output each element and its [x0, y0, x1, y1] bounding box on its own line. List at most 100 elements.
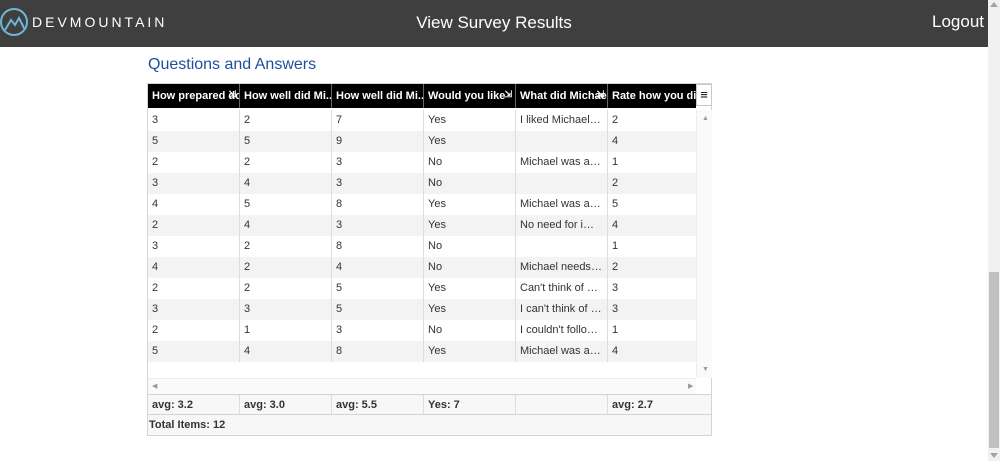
table-cell: Yes: [424, 215, 516, 236]
table-cell: 2: [612, 261, 619, 273]
table-row[interactable]: 2 2 3 No Michael was a t... 1: [148, 152, 696, 173]
column-header[interactable]: Would you like ⇲: [424, 84, 516, 108]
table-row[interactable]: 4 5 8 Yes Michael was a f... 5: [148, 194, 696, 215]
table-cell: 4: [148, 194, 240, 215]
table-cell: 3: [148, 173, 240, 194]
table-cell: 2: [240, 110, 332, 131]
column-header[interactable]: Rate how you di...: [608, 84, 696, 108]
aggregate-cell: avg: 3.2: [148, 395, 240, 415]
table-cell: [516, 173, 608, 194]
table-cell: 3: [148, 110, 240, 131]
page-scrollbar-thumb[interactable]: [989, 272, 999, 448]
table-cell: 3: [612, 303, 619, 315]
table-cell: No need for imp...: [516, 215, 608, 236]
scroll-right-arrow-icon[interactable]: ▶: [688, 382, 693, 390]
table-cell: I couldn't follow...: [516, 320, 608, 341]
sort-arrow-icon: ⇲: [504, 89, 512, 99]
grid-horizontal-scrollbar[interactable]: ◀ ▶: [148, 378, 696, 394]
column-header-label: Rate how you di...: [612, 90, 696, 102]
table-cell: No: [424, 236, 516, 257]
table-cell: [516, 236, 608, 257]
grid-footer-row: avg: 3.2 avg: 3.0 avg: 5.5 Yes: 7 avg: 2…: [148, 394, 711, 415]
column-header[interactable]: What did Michael...⇲: [516, 84, 608, 108]
hamburger-menu-icon[interactable]: ≡: [696, 84, 712, 106]
table-cell: I liked Michael. ...: [516, 110, 608, 131]
table-row[interactable]: 2 1 3 No I couldn't follow... 1: [148, 320, 696, 341]
table-cell: Yes: [424, 341, 516, 362]
table-cell: 2: [612, 114, 619, 126]
table-cell: 4: [612, 135, 619, 147]
table-cell: 4: [148, 257, 240, 278]
table-cell: 5: [240, 131, 332, 152]
brand[interactable]: DEVMOUNTAIN: [0, 8, 167, 36]
table-row[interactable]: 2 4 3 Yes No need for imp... 4: [148, 215, 696, 236]
table-cell: 2: [148, 278, 240, 299]
scroll-left-arrow-icon[interactable]: ◀: [152, 382, 157, 390]
table-row[interactable]: 3 2 8 No 1: [148, 236, 696, 257]
table-cell: Michael was a t...: [516, 152, 608, 173]
table-cell: 2: [148, 152, 240, 173]
table-row[interactable]: 3 3 5 Yes I can't think of a... 3: [148, 299, 696, 320]
mountain-logo-icon: [0, 8, 28, 36]
top-navbar: DEVMOUNTAIN View Survey Results Logout: [0, 0, 988, 47]
table-cell: 8: [332, 194, 424, 215]
table-cell: 2: [240, 152, 332, 173]
scroll-up-arrow-icon[interactable]: [990, 2, 998, 7]
table-cell: 2: [612, 177, 619, 189]
column-header-label: How well did Mi...: [336, 90, 424, 102]
table-cell: No: [424, 257, 516, 278]
column-header[interactable]: How prepared do...⇲: [148, 84, 240, 108]
table-cell: 1: [612, 240, 619, 252]
table-cell: 1: [612, 324, 619, 336]
table-cell: 5: [332, 278, 424, 299]
table-cell: 3: [148, 236, 240, 257]
table-row[interactable]: 3 2 7 Yes I liked Michael. ... 2: [148, 110, 696, 131]
table-cell: 5: [240, 194, 332, 215]
column-header-label: What did Michael...: [520, 90, 607, 102]
table-cell: I can't think of a...: [516, 299, 608, 320]
table-row[interactable]: 5 5 9 Yes 4: [148, 131, 696, 152]
table-cell: 5: [148, 131, 240, 152]
table-cell: Yes: [424, 194, 516, 215]
table-cell: Yes: [424, 299, 516, 320]
table-cell: 4: [612, 219, 619, 231]
column-header-label: Would you like: [428, 90, 506, 102]
total-items: Total Items: 12: [148, 414, 711, 435]
table-row[interactable]: 5 4 8 Yes Michael was aw... 4: [148, 341, 696, 362]
table-cell: 5: [148, 341, 240, 362]
table-cell: Can't think of an...: [516, 278, 608, 299]
table-cell: 3: [612, 282, 619, 294]
table-row[interactable]: 3 4 3 No 2: [148, 173, 696, 194]
column-header[interactable]: How well did Mi...: [240, 84, 332, 108]
aggregate-cell: avg: 5.5: [332, 395, 424, 415]
table-cell: 4: [612, 345, 619, 357]
table-row[interactable]: 4 2 4 No Michael needs t... 2: [148, 257, 696, 278]
aggregate-cell: avg: 2.7: [612, 399, 653, 411]
scroll-up-arrow-icon[interactable]: ▲: [702, 115, 709, 122]
grid-vertical-scrollbar[interactable]: ▲ ▼: [696, 110, 712, 378]
section-title: Questions and Answers: [148, 56, 317, 73]
scroll-down-arrow-icon[interactable]: [990, 453, 998, 458]
table-row[interactable]: 2 2 5 Yes Can't think of an... 3: [148, 278, 696, 299]
table-cell: No: [424, 152, 516, 173]
table-cell: 2: [240, 257, 332, 278]
table-cell: 4: [332, 257, 424, 278]
logout-link[interactable]: Logout: [932, 12, 984, 32]
table-cell: 8: [332, 341, 424, 362]
table-cell: 1: [240, 320, 332, 341]
table-cell: 5: [612, 198, 619, 210]
table-cell: 2: [240, 278, 332, 299]
table-cell: Michael was aw...: [516, 341, 608, 362]
table-cell: 3: [332, 152, 424, 173]
table-cell: 2: [240, 236, 332, 257]
table-cell: 2: [148, 320, 240, 341]
table-cell: Michael was a f...: [516, 194, 608, 215]
table-cell: 3: [332, 320, 424, 341]
sort-arrow-icon: ⇲: [228, 89, 236, 99]
scroll-down-arrow-icon[interactable]: ▼: [702, 366, 709, 373]
results-grid: How prepared do...⇲ How well did Mi... H…: [147, 83, 712, 436]
grid-header-row: How prepared do...⇲ How well did Mi... H…: [148, 84, 696, 108]
table-cell: 7: [332, 110, 424, 131]
aggregate-cell: Yes: 7: [424, 395, 516, 415]
column-header[interactable]: How well did Mi...: [332, 84, 424, 108]
